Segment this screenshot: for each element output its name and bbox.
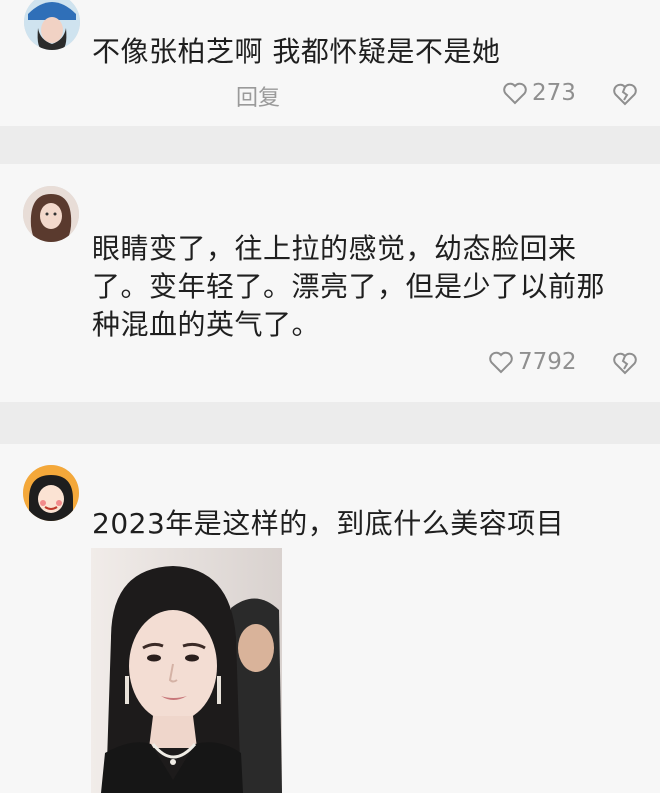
comment-text: 2023年是这样的，到底什么美容项目: [92, 507, 565, 540]
like-button[interactable]: 273: [502, 80, 576, 106]
heart-outline-icon: [488, 350, 514, 374]
comment-card: 眼睛变了，往上拉的感觉，幼态脸回来了。变年轻了。漂亮了，但是少了以前那种混血的英…: [0, 164, 660, 402]
broken-heart-icon[interactable]: [612, 351, 638, 375]
comment-photo[interactable]: [91, 548, 282, 793]
like-count: 273: [532, 80, 576, 106]
comment-card: 不像张柏芝啊 我都怀疑是不是她 回复 273: [0, 0, 660, 126]
comment-text: 眼睛变了，往上拉的感觉，幼态脸回来了。变年轻了。漂亮了，但是少了以前那种混血的英…: [92, 232, 606, 341]
like-button[interactable]: 7792: [488, 349, 577, 375]
heart-outline-icon: [502, 81, 528, 105]
comment-text: 不像张柏芝啊 我都怀疑是不是她: [92, 35, 501, 68]
avatar[interactable]: [23, 186, 79, 242]
reply-button[interactable]: 回复: [236, 80, 280, 112]
avatar[interactable]: [23, 465, 79, 521]
avatar[interactable]: [24, 0, 80, 50]
broken-heart-icon[interactable]: [612, 82, 638, 106]
like-count: 7792: [518, 349, 577, 375]
comment-feed: 不像张柏芝啊 我都怀疑是不是她 回复 273 眼睛变了，往上拉的感觉，幼态脸回来…: [0, 0, 660, 793]
